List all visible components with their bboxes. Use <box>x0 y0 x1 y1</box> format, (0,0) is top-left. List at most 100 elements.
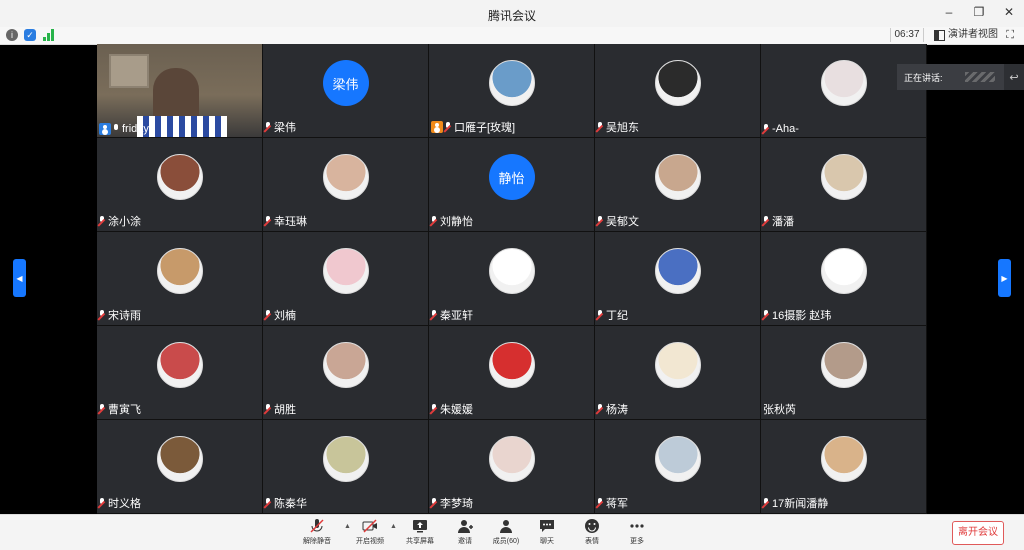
participant-tile[interactable]: 吴旭东 <box>595 44 761 138</box>
participant-tile[interactable]: 丁纪 <box>595 232 761 326</box>
participant-tile[interactable]: 幸珏琳 <box>263 138 429 232</box>
participant-name: 蒋军 <box>606 498 628 510</box>
info-icon[interactable]: i <box>6 29 18 41</box>
share-screen-button[interactable]: 共享屏幕 <box>397 518 443 546</box>
participant-avatar <box>820 342 867 388</box>
video-options-caret[interactable]: ▲ <box>390 523 397 530</box>
participant-tile[interactable]: 口雁子[玫瑰] <box>429 44 595 138</box>
participant-name: -Aha- <box>772 123 799 135</box>
speaking-indicator: 正在讲话: ↩ <box>897 64 1024 90</box>
mic-muted-icon <box>597 498 604 508</box>
close-button[interactable]: ✕ <box>1002 5 1016 19</box>
participant-avatar: 静怡 <box>488 154 535 200</box>
chat-button[interactable]: 聊天 <box>524 518 570 546</box>
chat-icon <box>540 520 554 532</box>
participant-name: 丁纪 <box>606 310 628 322</box>
participant-label: 刘静怡 <box>431 213 473 229</box>
participant-name: 朱媛媛 <box>440 404 473 416</box>
members-icon <box>500 520 512 533</box>
participant-tile[interactable]: 刘楠 <box>263 232 429 326</box>
participant-grid: friday 梁伟 梁伟 口雁子[玫瑰] 吴旭东 -Aha- 涂小涂 幸珏琳 静怡 刘静怡 吴郁文潘… <box>97 44 927 514</box>
participant-name: 刘楠 <box>274 310 296 322</box>
participant-label: 17新闻潘静 <box>763 495 828 511</box>
next-page-arrow[interactable]: ▶ <box>998 259 1011 297</box>
mic-on-icon <box>113 124 120 134</box>
participant-tile[interactable]: 胡胜 <box>263 326 429 420</box>
start-video-button[interactable]: 开启视频 <box>347 518 393 546</box>
restore-button[interactable]: ❐ <box>972 5 986 19</box>
participant-label: 杨涛 <box>597 401 628 417</box>
mic-muted-icon <box>431 310 438 320</box>
participant-tile[interactable]: 17新闻潘静 <box>761 420 927 514</box>
participant-tile[interactable]: -Aha- <box>761 44 927 138</box>
participant-avatar <box>322 436 369 482</box>
host-badge-icon <box>99 123 111 135</box>
mic-muted-icon <box>597 216 604 226</box>
leave-meeting-button[interactable]: 离开会议 <box>952 521 1004 545</box>
participant-tile[interactable]: 曹寅飞 <box>97 326 263 420</box>
participant-name: 17新闻潘静 <box>772 498 829 510</box>
participant-label: 16摄影 赵玮 <box>763 307 831 323</box>
participant-tile[interactable]: 时义格 <box>97 420 263 514</box>
mic-muted-icon <box>99 216 106 226</box>
security-shield-icon[interactable]: ✓ <box>24 29 36 41</box>
participant-tile[interactable]: 16摄影 赵玮 <box>761 232 927 326</box>
participant-tile[interactable]: 秦亚轩 <box>429 232 595 326</box>
participant-name: 李梦琦 <box>440 498 473 510</box>
participant-label: 时义格 <box>99 495 141 511</box>
participant-tile[interactable]: 吴郁文 <box>595 138 761 232</box>
invite-button[interactable]: 邀请 <box>442 518 488 546</box>
participant-name: 刘静怡 <box>440 216 473 228</box>
minimize-button[interactable]: – <box>942 5 956 19</box>
smile-icon <box>585 519 599 533</box>
participant-tile[interactable]: 潘潘 <box>761 138 927 232</box>
mic-muted-icon <box>99 404 106 414</box>
window-controls: – ❐ ✕ <box>942 5 1016 19</box>
participant-tile[interactable]: friday <box>97 44 263 138</box>
participant-tile[interactable]: 朱媛媛 <box>429 326 595 420</box>
participant-tile[interactable]: 宋诗雨 <box>97 232 263 326</box>
participant-tile[interactable]: 杨涛 <box>595 326 761 420</box>
participant-avatar <box>654 60 701 106</box>
participant-tile[interactable]: 张秋芮 <box>761 326 927 420</box>
mic-muted-icon <box>310 519 324 533</box>
network-signal-icon[interactable] <box>43 29 55 41</box>
speaking-label: 正在讲话: <box>904 72 943 83</box>
participant-name: 幸珏琳 <box>274 216 307 228</box>
mic-muted-icon <box>763 498 770 508</box>
previous-page-arrow[interactable]: ◀ <box>13 259 26 297</box>
mic-muted-icon <box>597 122 604 132</box>
participant-label: 陈秦华 <box>265 495 307 511</box>
participant-tile[interactable]: 陈秦华 <box>263 420 429 514</box>
participant-label: 吴郁文 <box>597 213 639 229</box>
fullscreen-icon[interactable]: ⛶ <box>1006 28 1014 42</box>
participant-label: 张秋芮 <box>763 401 796 417</box>
participant-name: 潘潘 <box>772 216 794 228</box>
mic-muted-icon <box>99 310 106 320</box>
mic-muted-icon <box>265 216 272 226</box>
participant-label: 潘潘 <box>763 213 794 229</box>
more-button[interactable]: 更多 <box>614 518 660 546</box>
participant-label: 刘楠 <box>265 307 296 323</box>
participant-name: 曹寅飞 <box>108 404 141 416</box>
mic-muted-icon <box>763 310 770 320</box>
participant-tile[interactable]: 涂小涂 <box>97 138 263 232</box>
participant-tile[interactable]: 静怡刘静怡 <box>429 138 595 232</box>
participant-name: 吴旭东 <box>606 122 639 134</box>
participant-tile[interactable]: 梁伟 梁伟 <box>263 44 429 138</box>
reactions-button[interactable]: 表情 <box>569 518 615 546</box>
participant-avatar <box>488 342 535 388</box>
more-dots-icon <box>630 524 644 528</box>
participant-tile[interactable]: 蒋军 <box>595 420 761 514</box>
participant-avatar <box>654 154 701 200</box>
window-title: 腾讯会议 <box>487 9 536 23</box>
mic-muted-icon <box>445 122 452 132</box>
collapse-speaking-icon[interactable]: ↩ <box>1004 64 1024 90</box>
speaker-view-toggle[interactable]: 演讲者视图 <box>934 28 998 42</box>
unmute-button[interactable]: 解除静音 <box>294 518 340 546</box>
meeting-toolbar: 解除静音 ▲ 开启视频 ▲ 共享屏幕 邀请 成员(60) 聊天 表情 更多 离开… <box>0 514 1024 550</box>
meeting-timer: 06:37 <box>890 28 924 42</box>
participant-label: 口雁子[玫瑰] <box>431 119 515 135</box>
members-button[interactable]: 成员(60) <box>483 518 529 546</box>
participant-tile[interactable]: 李梦琦 <box>429 420 595 514</box>
